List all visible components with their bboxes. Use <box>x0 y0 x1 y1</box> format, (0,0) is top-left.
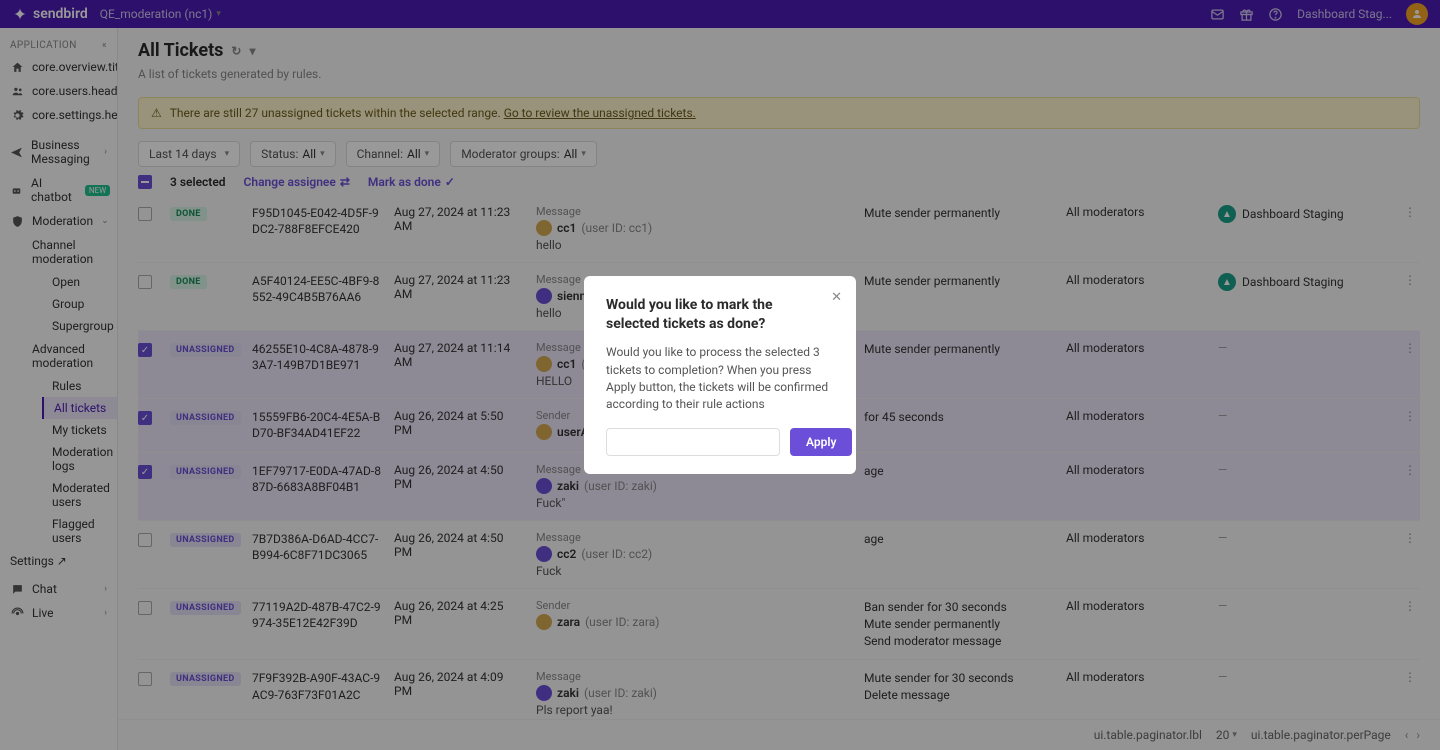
modal-overlay[interactable]: ✕ Would you like to mark the selected ti… <box>0 0 1440 750</box>
close-icon[interactable]: ✕ <box>831 290 842 305</box>
modal-title: Would you like to mark the selected tick… <box>606 296 834 334</box>
modal-input[interactable] <box>606 428 780 456</box>
confirm-modal: ✕ Would you like to mark the selected ti… <box>584 276 856 473</box>
apply-button[interactable]: Apply <box>790 428 852 456</box>
modal-body: Would you like to process the selected 3… <box>606 344 834 414</box>
